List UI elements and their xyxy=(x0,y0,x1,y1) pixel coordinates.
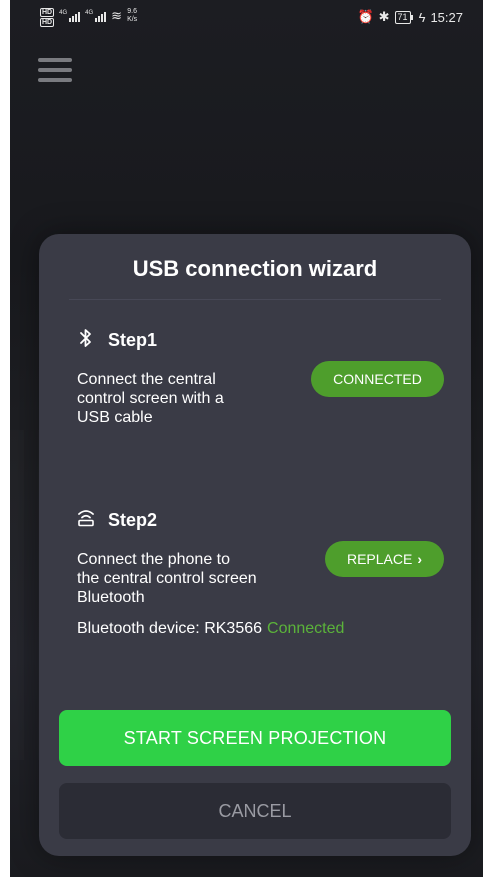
network-speed: 9.6 K/s xyxy=(127,8,137,24)
alarm-icon: ⏰ xyxy=(357,9,374,24)
status-bar: HD HD 4G 4G ≋ 9.6 K/s ⏰ ✱ 71 ϟ 15:27 xyxy=(10,0,483,36)
hd-badge-bottom: HD xyxy=(40,18,55,27)
status-left: HD HD 4G 4G ≋ 9.6 K/s xyxy=(40,8,137,28)
hd-badge-top: HD xyxy=(40,8,55,17)
chevron-right-icon: › xyxy=(417,551,423,567)
wifi-status-icon: ≋ xyxy=(111,8,123,23)
cancel-button-label: CANCEL xyxy=(218,800,292,821)
step1-line3: USB cable xyxy=(77,409,153,426)
clock: 15:27 xyxy=(430,9,463,25)
cancel-button[interactable]: CANCEL xyxy=(59,783,451,839)
connected-button-label: CONNECTED xyxy=(333,371,422,387)
signal-1-icon: 4G xyxy=(59,10,81,22)
step2-line1: Connect the phone to xyxy=(77,551,231,568)
step2-heading: Step2 xyxy=(76,509,157,532)
bluetooth-status-icon: ✱ xyxy=(378,9,390,24)
bluetooth-device-label: Bluetooth device: RK3566 xyxy=(77,620,263,637)
replace-button[interactable]: REPLACE › xyxy=(325,541,444,577)
status-right: ⏰ ✱ 71 ϟ 15:27 xyxy=(357,9,463,25)
start-screen-projection-button[interactable]: START SCREEN PROJECTION xyxy=(59,710,451,766)
title-divider xyxy=(69,299,441,300)
bluetooth-device-status: Bluetooth device: RK3566 Connected xyxy=(77,620,344,638)
replace-button-label: REPLACE xyxy=(346,551,413,567)
step2-title: Step2 xyxy=(108,510,158,530)
step2-line3: Bluetooth xyxy=(77,589,145,606)
wifi-icon xyxy=(76,509,96,532)
hd-badges: HD HD xyxy=(40,8,55,28)
step1-line2: control screen with a xyxy=(77,390,224,407)
step1-heading: Step1 xyxy=(76,328,157,353)
step1-title: Step1 xyxy=(108,330,158,350)
network-type-2: 4G xyxy=(85,10,94,16)
connected-button[interactable]: CONNECTED xyxy=(311,361,444,397)
speed-value: 9.6 xyxy=(127,8,137,15)
network-type-1: 4G xyxy=(59,10,68,16)
charging-icon: ϟ xyxy=(418,9,426,25)
speed-unit: K/s xyxy=(127,16,138,23)
usb-connection-wizard-dialog: USB connection wizard Step1 Connect the … xyxy=(39,234,471,856)
battery-icon: 71 xyxy=(394,10,413,24)
step1-description: Connect the central control screen with … xyxy=(77,370,224,427)
bluetooth-icon xyxy=(76,328,96,353)
step2-line2: the central control screen xyxy=(77,570,257,587)
dialog-title: USB connection wizard xyxy=(132,256,378,281)
step2-description: Connect the phone to the central control… xyxy=(77,550,257,607)
step1-line1: Connect the central xyxy=(77,371,216,388)
menu-icon[interactable] xyxy=(38,58,72,84)
bluetooth-connected-status: Connected xyxy=(267,620,345,637)
signal-2-icon: 4G xyxy=(85,10,107,22)
start-button-label: START SCREEN PROJECTION xyxy=(123,727,387,748)
app-screen: HD HD 4G 4G ≋ 9.6 K/s ⏰ ✱ 71 ϟ 15:27 USB… xyxy=(10,0,483,877)
